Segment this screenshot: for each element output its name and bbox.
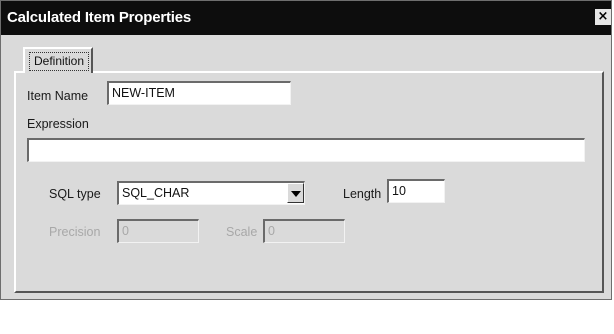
scale-field: 0 — [263, 219, 345, 243]
tab-definition[interactable]: Definition — [23, 47, 93, 73]
sql-type-dropdown-button[interactable] — [287, 183, 304, 203]
window-title: Calculated Item Properties — [7, 9, 192, 26]
sql-type-select[interactable]: SQL_CHAR — [117, 181, 305, 205]
expression-field[interactable] — [27, 138, 585, 162]
definition-panel: Item Name NEW-ITEM Expression SQL type S… — [14, 71, 604, 293]
chevron-down-icon — [291, 191, 301, 197]
item-name-label: Item Name — [27, 89, 89, 103]
tab-definition-label: Definition — [29, 52, 89, 71]
length-field[interactable]: 10 — [387, 179, 445, 203]
calculated-item-properties-dialog: Calculated Item Properties × Definition … — [0, 0, 612, 300]
title-bar[interactable]: Calculated Item Properties × — [1, 1, 611, 35]
sql-type-value: SQL_CHAR — [122, 186, 190, 200]
precision-field: 0 — [117, 219, 199, 243]
precision-label: Precision — [49, 225, 101, 239]
scale-label: Scale — [226, 225, 258, 239]
item-name-field[interactable]: NEW-ITEM — [107, 81, 291, 105]
expression-label: Expression — [27, 117, 89, 131]
close-icon[interactable]: × — [595, 9, 611, 25]
length-label: Length — [343, 187, 382, 201]
dialog-body: Definition Item Name NEW-ITEM Expression… — [1, 35, 611, 299]
sql-type-label: SQL type — [49, 187, 101, 201]
